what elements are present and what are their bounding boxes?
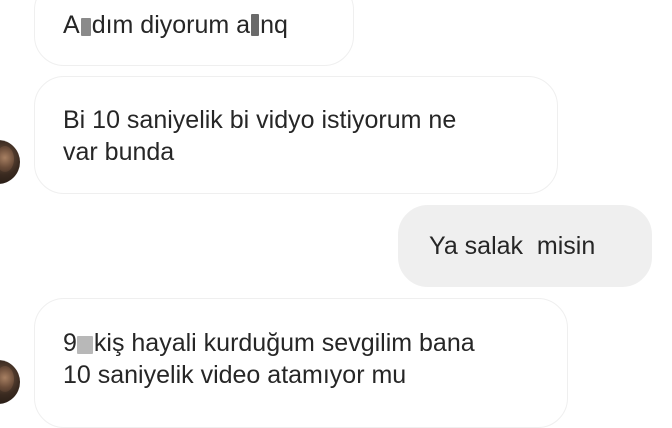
redaction-mark — [251, 14, 260, 36]
message-bubble-incoming[interactable]: Adım diyorum a nq — [34, 0, 354, 66]
message-text-line: 10 saniyelik video atamıyor mu — [63, 361, 407, 389]
message-bubble-incoming[interactable]: 9 kiş hayali kurduğum sevgilim bana 10 sa… — [34, 298, 568, 428]
message-bubble-incoming[interactable]: Bi 10 saniyelik bi vidyo istiyorum ne va… — [34, 76, 558, 194]
redaction-mark — [76, 336, 93, 354]
message-bubble-outgoing[interactable]: Ya salak misin — [398, 205, 652, 287]
message-text-line: Bi 10 saniyelik bi vidyo istiyorum ne — [63, 106, 457, 134]
redaction-mark — [80, 18, 91, 36]
message-text-line: 9 kiş hayali kurduğum sevgilim bana — [63, 329, 475, 357]
avatar[interactable] — [0, 360, 20, 404]
message-text: Ya salak misin — [429, 232, 596, 260]
message-text: Adım diyorum a nq — [63, 11, 288, 39]
avatar[interactable] — [0, 140, 20, 184]
message-text-line: var bunda — [63, 138, 175, 166]
